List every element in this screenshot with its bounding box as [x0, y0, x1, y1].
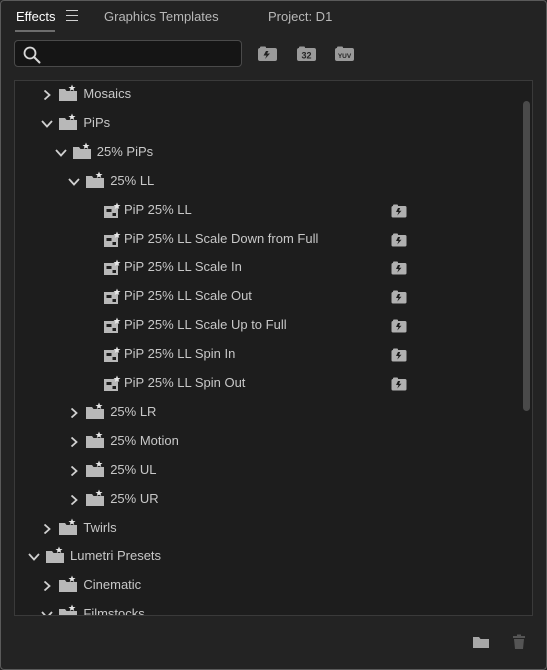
accelerated-effect-icon	[391, 233, 407, 247]
chevron-right-icon[interactable]	[68, 466, 80, 476]
tree-item-label: PiP 25% LL Scale In	[124, 259, 242, 274]
chevron-down-icon[interactable]	[55, 148, 67, 158]
tree-preset-row[interactable]: PiP 25% LL Scale Down from Full	[15, 226, 520, 254]
folder-star-icon	[59, 113, 78, 130]
tree-item-label: 25% UR	[110, 491, 159, 506]
tree-folder-row[interactable]: 25% LR	[15, 399, 520, 427]
tab-project[interactable]: Project: D1	[268, 9, 332, 24]
tree-item-label: PiP 25% LL Spin In	[124, 346, 236, 361]
folder-star-icon	[59, 84, 78, 101]
effects-panel: Effects Graphics Templates Project: D1 3…	[0, 0, 547, 670]
preset-icon	[104, 231, 121, 247]
tree-preset-row[interactable]: PiP 25% LL	[15, 197, 520, 225]
accelerated-effect-icon	[391, 319, 407, 333]
search-input[interactable]	[47, 43, 241, 66]
tab-effects[interactable]: Effects	[16, 9, 56, 24]
folder-star-icon	[72, 142, 91, 159]
tree-folder-row[interactable]: 25% UR	[15, 486, 520, 514]
folder-star-icon	[59, 518, 78, 535]
tree-folder-row[interactable]: 25% UL	[15, 457, 520, 485]
tree-item-label: PiP 25% LL Scale Out	[124, 288, 252, 303]
32-bit-filter-icon[interactable]: 32	[296, 46, 318, 63]
tree-item-label: Cinematic	[83, 577, 142, 592]
chevron-down-icon[interactable]	[68, 177, 80, 187]
search-field[interactable]	[14, 40, 242, 67]
chevron-down-icon[interactable]	[41, 610, 54, 616]
tree-folder-row[interactable]: 25% Motion	[15, 428, 520, 456]
preset-icon	[104, 346, 121, 362]
chevron-down-icon[interactable]	[28, 552, 40, 562]
yuv-label: YUV	[338, 53, 352, 60]
accelerated-effect-icon	[391, 377, 407, 391]
tree-folder-row[interactable]: Lumetri Presets	[15, 543, 520, 571]
accelerated-effect-icon	[391, 290, 407, 304]
tab-graphics-templates[interactable]: Graphics Templates	[104, 9, 219, 24]
folder-star-icon	[59, 575, 78, 592]
effects-tree: Mosaics PiPs 25% PiPs 25% LL PiP 25% LL PiP 2…	[14, 80, 533, 616]
search-icon	[23, 46, 41, 64]
tree-item-label: PiP 25% LL	[124, 202, 192, 217]
folder-star-icon	[86, 171, 105, 188]
preset-icon	[104, 202, 121, 218]
panel-menu-icon[interactable]	[66, 10, 78, 21]
preset-icon	[104, 259, 121, 275]
folder-star-icon	[86, 489, 105, 506]
tree-folder-row[interactable]: 25% PiPs	[15, 139, 520, 167]
active-tab-indicator	[15, 30, 55, 32]
tree-preset-row[interactable]: PiP 25% LL Spin Out	[15, 370, 520, 398]
tree-folder-row[interactable]: PiPs	[15, 110, 520, 138]
new-bin-folder-icon[interactable]	[472, 634, 490, 650]
yuv-filter-icon[interactable]: YUV	[334, 46, 356, 63]
tree-item-label: PiP 25% LL Spin Out	[124, 375, 246, 390]
folder-star-icon	[46, 546, 64, 563]
tree-item-label: 25% LR	[110, 404, 157, 419]
tree-item-label: 25% UL	[110, 462, 157, 477]
tree-preset-row[interactable]: PiP 25% LL Scale Up to Full	[15, 312, 520, 340]
tree-item-label: Mosaics	[83, 86, 132, 101]
chevron-right-icon[interactable]	[68, 437, 80, 447]
tree-folder-row[interactable]: Twirls	[15, 515, 520, 543]
accelerated-effect-icon	[391, 204, 407, 218]
tree-folder-row[interactable]: Cinematic	[15, 572, 520, 600]
tree-item-label: 25% PiPs	[96, 144, 154, 159]
preset-icon	[104, 375, 121, 391]
tree-item-label: PiP 25% LL Scale Up to Full	[124, 317, 287, 332]
accelerated-effect-icon	[391, 261, 407, 275]
tree-item-label: PiPs	[83, 115, 111, 130]
tree-item-label: Filmstocks	[83, 606, 145, 616]
preset-icon	[104, 317, 121, 333]
folder-star-icon	[86, 431, 105, 448]
folder-star-icon	[86, 460, 105, 477]
accelerated-effect-icon	[391, 348, 407, 362]
tree-item-label: 25% Motion	[110, 433, 179, 448]
tree-folder-row[interactable]: Filmstocks	[15, 601, 520, 616]
tree-item-label: PiP 25% LL Scale Down from Full	[124, 231, 319, 246]
chevron-right-icon[interactable]	[41, 581, 53, 591]
tree-preset-row[interactable]: PiP 25% LL Scale Out	[15, 283, 520, 311]
scrollbar-thumb[interactable]	[523, 101, 530, 411]
delete-trash-icon[interactable]	[510, 634, 528, 650]
chevron-down-icon[interactable]	[41, 119, 54, 129]
tree-item-label: Twirls	[83, 520, 117, 535]
folder-star-icon	[59, 604, 78, 615]
chevron-right-icon[interactable]	[41, 524, 53, 534]
chevron-right-icon[interactable]	[41, 90, 53, 100]
tree-folder-row[interactable]: 25% LL	[15, 168, 520, 196]
tree-folder-row[interactable]: Mosaics	[15, 81, 520, 109]
tree-item-label: 25% LL	[110, 173, 155, 188]
32-bit-label: 32	[301, 51, 311, 61]
panel-tab-bar: Effects Graphics Templates Project: D1	[1, 1, 546, 33]
chevron-right-icon[interactable]	[68, 495, 80, 505]
chevron-right-icon[interactable]	[68, 408, 80, 418]
accelerated-effects-filter-icon[interactable]	[257, 46, 279, 63]
tree-preset-row[interactable]: PiP 25% LL Spin In	[15, 341, 520, 369]
tree-item-label: Lumetri Presets	[70, 548, 162, 563]
folder-star-icon	[86, 402, 105, 419]
tree-preset-row[interactable]: PiP 25% LL Scale In	[15, 254, 520, 282]
preset-icon	[104, 288, 121, 304]
